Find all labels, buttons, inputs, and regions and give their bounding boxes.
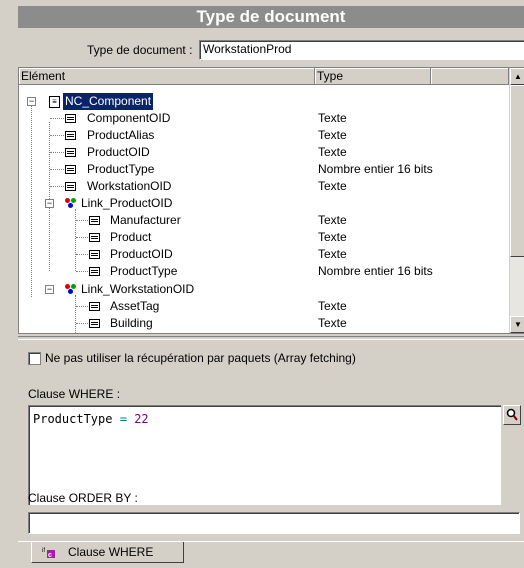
column-header-type[interactable]: Type [315, 68, 431, 85]
where-clause-tab-icon: if c [42, 546, 56, 559]
tree-row[interactable]: ComponentOID Texte [19, 110, 507, 127]
array-fetching-label[interactable]: Ne pas utiliser la récupération par paqu… [45, 351, 356, 365]
tab-where-clause[interactable]: if c Clause WHERE [31, 542, 184, 563]
field-icon [65, 131, 76, 140]
doc-type-value: WorkstationProd [203, 42, 292, 56]
tree-row[interactable]: Manufacturer Texte [19, 212, 507, 229]
tree-row-link-productoid[interactable]: − Link_ProductOID [19, 195, 507, 212]
query-builder-button[interactable] [503, 405, 521, 425]
doc-type-field[interactable]: WorkstationProd [199, 40, 524, 60]
field-icon [89, 319, 100, 328]
tree-row[interactable]: ProductType Nombre entier 16 bits [19, 161, 507, 178]
where-clause-label: Clause WHERE : [28, 387, 121, 401]
column-header-element[interactable]: Elément [19, 68, 315, 85]
magnifier-icon [506, 408, 518, 421]
field-icon [89, 233, 100, 242]
tree-row-label: NC_Component [63, 93, 154, 110]
field-icon [65, 148, 76, 157]
tree-row[interactable]: ProductOID Texte [19, 144, 507, 161]
field-icon [89, 267, 100, 276]
svg-text:c: c [48, 552, 52, 558]
field-icon [89, 216, 100, 225]
table-icon: ≡ [49, 96, 60, 108]
scroll-up-icon[interactable]: ▲ [510, 68, 524, 85]
divider [18, 336, 524, 340]
collapse-toggle-icon[interactable]: − [45, 285, 54, 294]
tree-row[interactable]: AssetTag Texte [19, 298, 507, 315]
field-icon [89, 250, 100, 259]
scroll-down-icon[interactable]: ▼ [510, 316, 524, 333]
field-icon [89, 302, 100, 311]
where-field-token: ProductType [33, 412, 113, 426]
tree-row[interactable]: Building Texte [19, 315, 507, 332]
tree-row-nc-component[interactable]: − ≡ NC_Component [19, 93, 507, 110]
tab-label: Clause WHERE [68, 545, 154, 559]
where-value-token: 22 [134, 412, 149, 426]
field-icon [65, 165, 76, 174]
order-by-field[interactable] [28, 512, 520, 534]
tree-row[interactable]: ProductAlias Texte [19, 127, 507, 144]
dialog-title: Type de document [18, 6, 524, 28]
tree-row-link-workstationoid[interactable]: − Link_WorkstationOID [19, 281, 507, 298]
scroll-thumb[interactable] [510, 85, 524, 257]
where-clause-editor[interactable]: ProductType = 22 [28, 405, 501, 505]
link-icon [65, 284, 77, 295]
column-header-blank[interactable] [431, 68, 509, 85]
field-icon [65, 182, 76, 191]
tree-row[interactable]: ProductOID Texte [19, 246, 507, 263]
element-tree-grid[interactable]: Elément Type − ≡ NC_Component ComponentO… [18, 67, 524, 334]
link-icon [65, 198, 77, 209]
where-operator-token: = [119, 412, 127, 426]
vertical-scrollbar[interactable]: ▲ ▼ [509, 68, 524, 333]
collapse-toggle-icon[interactable]: − [27, 97, 36, 106]
array-fetching-checkbox[interactable] [28, 352, 41, 365]
svg-text:if: if [42, 548, 45, 554]
tree-row[interactable]: Product Texte [19, 229, 507, 246]
collapse-toggle-icon[interactable]: − [45, 199, 54, 208]
doc-type-label: Type de document : [87, 43, 193, 57]
field-icon [65, 114, 76, 123]
tree-row[interactable]: WorkstationOID Texte [19, 178, 507, 195]
tree-row[interactable]: ProductType Nombre entier 16 bits [19, 263, 507, 280]
order-by-label: Clause ORDER BY : [28, 491, 138, 505]
